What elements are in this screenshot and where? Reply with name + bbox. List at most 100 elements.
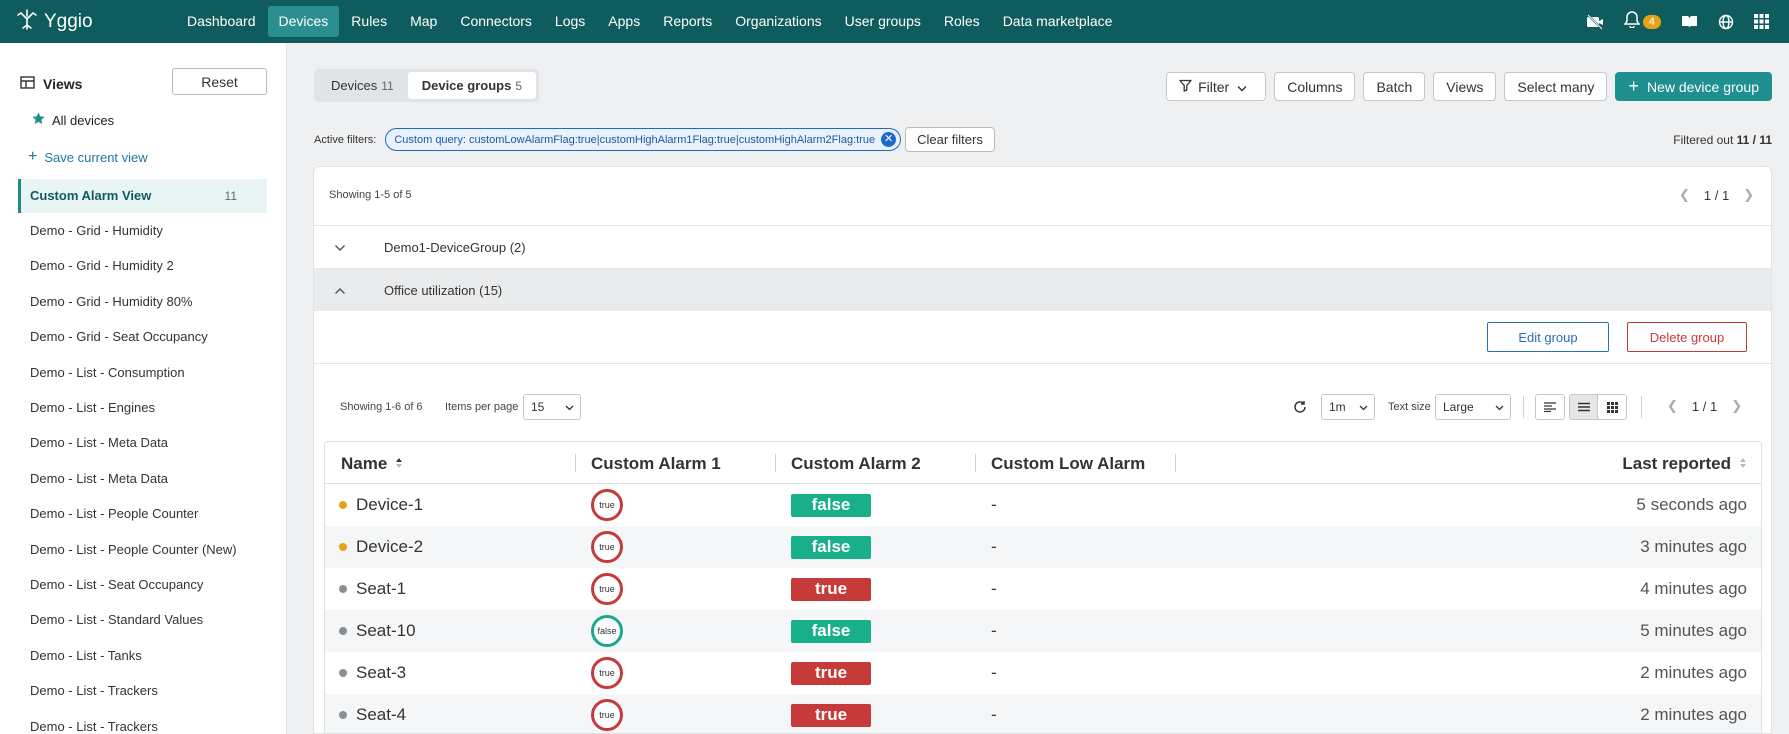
nav-link-map[interactable]: Map [399, 6, 448, 37]
chevron-up-icon[interactable] [334, 283, 346, 298]
view-item[interactable]: Demo - List - Trackers [18, 674, 267, 708]
view-item[interactable]: Demo - List - Trackers [18, 710, 267, 734]
nav-link-connectors[interactable]: Connectors [449, 6, 543, 37]
nav-link-devices[interactable]: Devices [267, 6, 340, 37]
device-name-link[interactable]: Seat-3 [356, 663, 406, 683]
nav-link-roles[interactable]: Roles [933, 6, 991, 37]
view-item[interactable]: Demo - List - Meta Data [18, 426, 267, 460]
table-row[interactable]: Seat-10 false false - 5 minutes ago [325, 610, 1761, 652]
batch-button[interactable]: Batch [1363, 72, 1426, 101]
filter-chip[interactable]: Custom query: customLowAlarmFlag:true|cu… [385, 128, 902, 151]
chevron-left-icon[interactable]: ❮ [1679, 187, 1690, 203]
chevron-right-icon[interactable]: ❯ [1743, 187, 1754, 203]
notifications-button[interactable]: 4 [1623, 10, 1661, 33]
new-device-group-button[interactable]: + New device group [1615, 72, 1772, 101]
remove-filter-icon[interactable]: ✕ [881, 132, 897, 147]
table-row[interactable]: Seat-1 true true - 4 minutes ago [325, 568, 1761, 610]
view-item[interactable]: Demo - List - Engines [18, 391, 267, 425]
view-item[interactable]: Demo - Grid - Humidity [18, 214, 267, 248]
tab-devices[interactable]: Devices 11 [317, 72, 408, 99]
chevron-down-icon[interactable] [334, 240, 346, 255]
view-item[interactable]: Demo - Grid - Seat Occupancy [18, 320, 267, 354]
device-name-link[interactable]: Seat-10 [356, 621, 416, 641]
align-left-icon[interactable] [1536, 395, 1564, 419]
column-divider[interactable] [575, 454, 576, 472]
custom-alarm-1-cell: true [591, 526, 623, 568]
select-many-button[interactable]: Select many [1504, 72, 1608, 101]
nav-link-organizations[interactable]: Organizations [724, 6, 832, 37]
save-current-view-link[interactable]: + Save current view [28, 148, 148, 166]
text-size-select[interactable]: Large [1435, 394, 1511, 420]
clear-filters-button[interactable]: Clear filters [905, 127, 995, 152]
sort-ascending-icon[interactable] [395, 454, 403, 474]
refresh-interval-select[interactable]: 1m [1321, 394, 1375, 420]
group-row-office-utilization[interactable]: Office utilization (15) [314, 268, 1771, 311]
reset-button[interactable]: Reset [172, 68, 267, 95]
view-item-custom-alarm[interactable]: Custom Alarm View 11 [18, 179, 267, 213]
view-item-count: 11 [224, 189, 237, 203]
nav-link-user-groups[interactable]: User groups [834, 6, 932, 37]
table-row[interactable]: Seat-4 true true - 2 minutes ago [325, 694, 1761, 733]
sort-icon[interactable] [1739, 454, 1747, 474]
nav-link-reports[interactable]: Reports [652, 6, 723, 37]
filter-button[interactable]: Filter [1166, 72, 1267, 101]
nav-link-data-marketplace[interactable]: Data marketplace [992, 6, 1124, 37]
view-item[interactable]: Demo - List - Seat Occupancy [18, 568, 267, 602]
grid-icon[interactable] [1754, 14, 1769, 29]
views-header: Views [20, 76, 82, 92]
custom-alarm-2-cell: true [791, 652, 871, 694]
table-row[interactable]: Seat-3 true true - 2 minutes ago [325, 652, 1761, 694]
views-button[interactable]: Views [1433, 72, 1497, 101]
new-device-group-label: New device group [1646, 78, 1759, 95]
status-dot-icon [339, 501, 347, 509]
nav-link-logs[interactable]: Logs [544, 6, 596, 37]
globe-icon[interactable] [1718, 14, 1734, 30]
device-name-link[interactable]: Seat-4 [356, 705, 406, 725]
plus-icon: + [1628, 76, 1639, 96]
device-name-link[interactable]: Seat-1 [356, 579, 406, 599]
column-header-name[interactable]: Name [341, 454, 403, 474]
view-item[interactable]: Demo - Grid - Humidity 2 [18, 249, 267, 283]
device-name-link[interactable]: Device-1 [356, 495, 423, 515]
tab-count: 11 [381, 79, 394, 93]
list-view-icon[interactable] [1570, 395, 1598, 419]
view-item[interactable]: Demo - List - People Counter [18, 497, 267, 531]
view-item[interactable]: Demo - Grid - Humidity 80% [18, 285, 267, 319]
nav-link-apps[interactable]: Apps [597, 6, 651, 37]
grid-view-icon[interactable] [1598, 395, 1626, 419]
device-name-link[interactable]: Device-2 [356, 537, 423, 557]
view-item[interactable]: Demo - List - Tanks [18, 639, 267, 673]
brand[interactable]: Yggio [16, 8, 176, 36]
view-item[interactable]: Demo - List - People Counter (New) [18, 533, 267, 567]
column-divider[interactable] [775, 454, 776, 472]
column-divider[interactable] [975, 454, 976, 472]
table-row[interactable]: Device-2 true false - 3 minutes ago [325, 526, 1761, 568]
edit-group-button[interactable]: Edit group [1487, 322, 1609, 352]
refresh-icon[interactable] [1293, 400, 1307, 419]
alarm-status-badge: false [791, 619, 871, 643]
tab-device-groups[interactable]: Device groups 5 [407, 72, 536, 99]
active-filters-label: Active filters: [314, 133, 377, 146]
book-icon[interactable] [1681, 14, 1698, 29]
group-row-demo1[interactable]: Demo1-DeviceGroup (2) [314, 225, 1771, 268]
view-item[interactable]: Demo - List - Consumption [18, 356, 267, 390]
tab-label: Device groups [421, 78, 512, 93]
view-item[interactable]: Demo - List - Meta Data [18, 462, 267, 496]
column-header-last-reported[interactable]: Last reported [1622, 454, 1747, 474]
nav-link-dashboard[interactable]: Dashboard [176, 6, 267, 37]
table-row[interactable]: Device-1 true false - 5 seconds ago [325, 484, 1761, 526]
view-item[interactable]: Demo - List - Standard Values [18, 603, 267, 637]
column-header-alarm1[interactable]: Custom Alarm 1 [591, 454, 721, 474]
camera-off-icon[interactable] [1586, 13, 1604, 30]
column-header-alarm2[interactable]: Custom Alarm 2 [791, 454, 921, 474]
all-devices-link[interactable]: All devices [32, 112, 114, 128]
column-divider[interactable] [1175, 454, 1176, 472]
chevron-left-icon[interactable]: ❮ [1667, 398, 1678, 414]
items-per-page-select[interactable]: 15 [523, 394, 581, 420]
chevron-right-icon[interactable]: ❯ [1731, 398, 1742, 414]
chevron-down-icon [1495, 395, 1504, 419]
columns-button[interactable]: Columns [1274, 72, 1356, 101]
column-header-low-alarm[interactable]: Custom Low Alarm [991, 454, 1145, 474]
nav-link-rules[interactable]: Rules [340, 6, 398, 37]
delete-group-button[interactable]: Delete group [1627, 322, 1747, 352]
